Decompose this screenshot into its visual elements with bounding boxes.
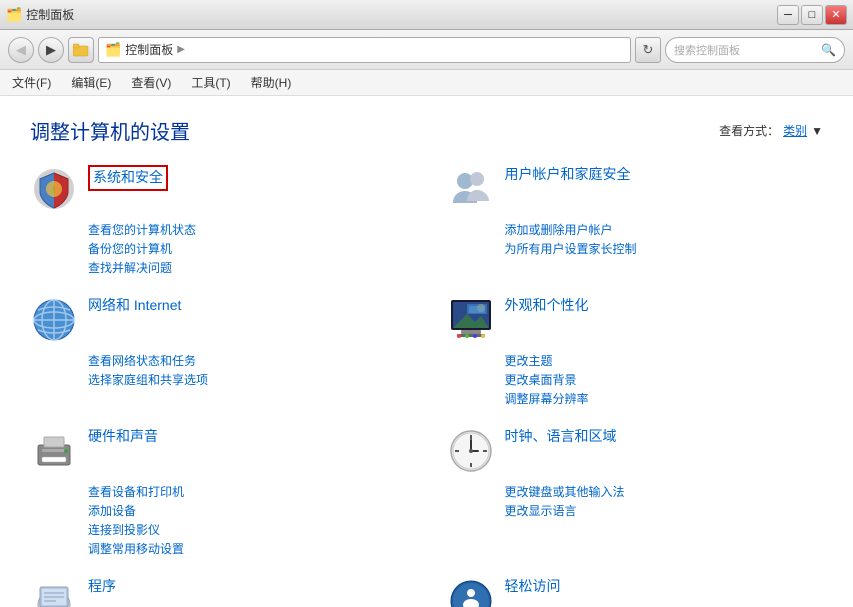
section-title-programs[interactable]: 程序 — [88, 577, 116, 597]
section-hardware-title-area: 硬件和声音 — [88, 427, 158, 447]
maximize-button[interactable]: □ — [801, 5, 823, 25]
search-bar[interactable]: 搜索控制面板 🔍 — [665, 37, 845, 63]
menu-help[interactable]: 帮助(H) — [247, 72, 296, 93]
link-troubleshoot[interactable]: 查找并解决问题 — [88, 259, 407, 276]
menu-edit[interactable]: 编辑(E) — [67, 72, 115, 93]
search-icon: 🔍 — [821, 43, 836, 57]
address-bar[interactable]: 🗂️ 控制面板 ▶ — [98, 37, 631, 63]
section-user-accounts: 用户帐户和家庭安全 添加或删除用户帐户 为所有用户设置家长控制 — [447, 165, 824, 276]
section-user-accounts-title-area: 用户帐户和家庭安全 — [505, 165, 631, 185]
section-title-user-accounts[interactable]: 用户帐户和家庭安全 — [505, 165, 631, 185]
link-check-status[interactable]: 查看您的计算机状态 — [88, 221, 407, 238]
link-network-status[interactable]: 查看网络状态和任务 — [88, 352, 407, 369]
icon-network — [30, 296, 78, 344]
section-programs-header: 程序 — [30, 577, 407, 607]
link-parental-controls[interactable]: 为所有用户设置家长控制 — [505, 240, 824, 257]
page-header: 调整计算机的设置 查看方式： 类别 ▼ — [30, 116, 823, 145]
section-hardware: 硬件和声音 查看设备和打印机 添加设备 连接到投影仪 调整常用移动设置 — [30, 427, 407, 557]
link-projector[interactable]: 连接到投影仪 — [88, 521, 407, 538]
link-mobile-settings[interactable]: 调整常用移动设置 — [88, 540, 407, 557]
section-accessibility: 轻松访问 使用 Windows 建议的设置 优化视频显示 — [447, 577, 824, 607]
section-title-clock[interactable]: 时钟、语言和区域 — [505, 427, 617, 447]
control-panel-grid: ! 系统和安全 查看您的计算机状态 备份您的计算机 查找并解决问题 — [30, 165, 823, 607]
section-system-security-title-area: 系统和安全 — [88, 165, 168, 191]
window-title: 控制面板 — [26, 6, 74, 23]
link-add-user[interactable]: 添加或删除用户帐户 — [505, 221, 824, 238]
menu-view[interactable]: 查看(V) — [127, 72, 175, 93]
icon-accessibility — [447, 577, 495, 607]
section-network: 网络和 Internet 查看网络状态和任务 选择家庭组和共享选项 — [30, 296, 407, 407]
link-change-theme[interactable]: 更改主题 — [505, 352, 824, 369]
section-user-accounts-links: 添加或删除用户帐户 为所有用户设置家长控制 — [505, 221, 824, 257]
section-hardware-header: 硬件和声音 — [30, 427, 407, 475]
section-programs-title-area: 程序 — [88, 577, 116, 597]
section-title-hardware[interactable]: 硬件和声音 — [88, 427, 158, 447]
main-content: 调整计算机的设置 查看方式： 类别 ▼ ! — [0, 96, 853, 607]
section-appearance: 外观和个性化 更改主题 更改桌面背景 调整屏幕分辨率 — [447, 296, 824, 407]
section-network-title-area: 网络和 Internet — [88, 296, 181, 316]
title-bar-left: 🗂️ 控制面板 — [6, 6, 74, 23]
section-user-accounts-header: 用户帐户和家庭安全 — [447, 165, 824, 213]
close-button[interactable]: ✕ — [825, 5, 847, 25]
section-accessibility-header: 轻松访问 — [447, 577, 824, 607]
link-change-desktop[interactable]: 更改桌面背景 — [505, 371, 824, 388]
icon-hardware — [30, 427, 78, 475]
icon-programs — [30, 577, 78, 607]
link-resolution[interactable]: 调整屏幕分辨率 — [505, 390, 824, 407]
link-backup[interactable]: 备份您的计算机 — [88, 240, 407, 257]
view-mode-arrow: ▼ — [811, 124, 823, 138]
section-accessibility-title-area: 轻松访问 — [505, 577, 561, 597]
section-programs: 程序 卸载程序 — [30, 577, 407, 607]
section-appearance-title-area: 外观和个性化 — [505, 296, 589, 316]
section-system-security-header: ! 系统和安全 — [30, 165, 407, 213]
icon-user-accounts — [447, 165, 495, 213]
icon-clock — [447, 427, 495, 475]
section-title-system-security[interactable]: 系统和安全 — [88, 165, 168, 191]
view-mode-value[interactable]: 类别 — [783, 122, 807, 139]
link-keyboard-input[interactable]: 更改键盘或其他输入法 — [505, 483, 824, 500]
address-arrow: ▶ — [177, 44, 185, 55]
section-title-network[interactable]: 网络和 Internet — [88, 296, 181, 316]
forward-button[interactable]: ▶ — [38, 37, 64, 63]
section-clock: 时钟、语言和区域 更改键盘或其他输入法 更改显示语言 — [447, 427, 824, 557]
link-homegroup[interactable]: 选择家庭组和共享选项 — [88, 371, 407, 388]
link-devices-printers[interactable]: 查看设备和打印机 — [88, 483, 407, 500]
window-icon: 🗂️ — [6, 7, 22, 23]
icon-system-security: ! — [30, 165, 78, 213]
title-bar: 🗂️ 控制面板 ─ □ ✕ — [0, 0, 853, 30]
section-title-appearance[interactable]: 外观和个性化 — [505, 296, 589, 316]
page-title: 调整计算机的设置 — [30, 116, 190, 145]
folder-button[interactable] — [68, 37, 94, 63]
section-system-security: ! 系统和安全 查看您的计算机状态 备份您的计算机 查找并解决问题 — [30, 165, 407, 276]
menu-file[interactable]: 文件(F) — [8, 72, 55, 93]
link-add-device[interactable]: 添加设备 — [88, 502, 407, 519]
back-button[interactable]: ◀ — [8, 37, 34, 63]
nav-bar: ◀ ▶ 🗂️ 控制面板 ▶ ↻ 搜索控制面板 🔍 — [0, 30, 853, 70]
section-appearance-links: 更改主题 更改桌面背景 调整屏幕分辨率 — [505, 352, 824, 407]
section-clock-header: 时钟、语言和区域 — [447, 427, 824, 475]
title-bar-controls: ─ □ ✕ — [777, 5, 847, 25]
view-mode-label: 查看方式： — [719, 122, 779, 139]
address-text: 控制面板 — [125, 41, 173, 58]
section-network-links: 查看网络状态和任务 选择家庭组和共享选项 — [88, 352, 407, 388]
menu-bar: 文件(F) 编辑(E) 查看(V) 工具(T) 帮助(H) — [0, 70, 853, 96]
menu-tools[interactable]: 工具(T) — [187, 72, 234, 93]
section-clock-title-area: 时钟、语言和区域 — [505, 427, 617, 447]
refresh-button[interactable]: ↻ — [635, 37, 661, 63]
icon-appearance — [447, 296, 495, 344]
section-network-header: 网络和 Internet — [30, 296, 407, 344]
section-title-accessibility[interactable]: 轻松访问 — [505, 577, 561, 597]
section-clock-links: 更改键盘或其他输入法 更改显示语言 — [505, 483, 824, 519]
address-folder-icon: 🗂️ — [105, 42, 121, 58]
section-hardware-links: 查看设备和打印机 添加设备 连接到投影仪 调整常用移动设置 — [88, 483, 407, 557]
view-mode: 查看方式： 类别 ▼ — [719, 122, 823, 139]
link-display-language[interactable]: 更改显示语言 — [505, 502, 824, 519]
section-appearance-header: 外观和个性化 — [447, 296, 824, 344]
search-placeholder: 搜索控制面板 — [674, 42, 740, 58]
svg-text:!: ! — [52, 185, 55, 196]
minimize-button[interactable]: ─ — [777, 5, 799, 25]
section-system-security-links: 查看您的计算机状态 备份您的计算机 查找并解决问题 — [88, 221, 407, 276]
